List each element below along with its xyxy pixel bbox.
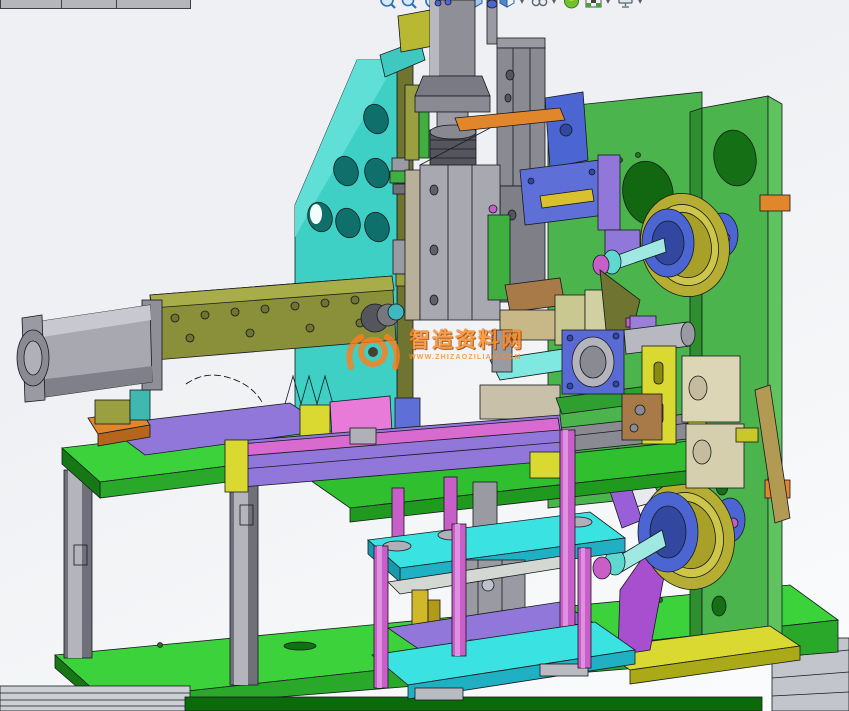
cad-viewport[interactable]: ▾ ▾ ▾ ▾ ▾: [0, 0, 849, 711]
assembly-machine-model[interactable]: [0, 0, 849, 711]
